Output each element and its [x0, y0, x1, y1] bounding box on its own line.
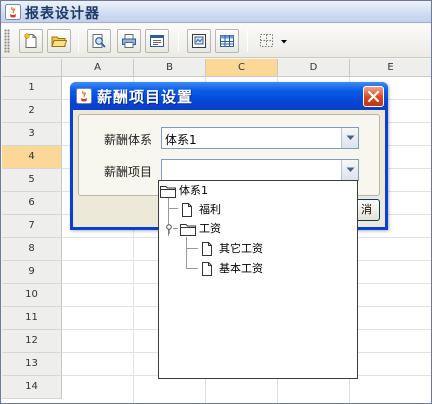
java-cup-icon	[76, 88, 92, 104]
tree-node-label: 工资	[199, 222, 221, 235]
tree-line	[173, 228, 178, 229]
file-icon	[202, 242, 212, 256]
chevron-down-icon	[281, 40, 287, 44]
preview-button[interactable]	[87, 29, 111, 53]
tree-line	[186, 248, 198, 249]
dialog-title-bar[interactable]: 薪酬项目设置	[70, 82, 388, 110]
column-header[interactable]: A	[62, 59, 134, 77]
row-header[interactable]: 8	[2, 238, 62, 261]
row-header[interactable]: 14	[2, 376, 62, 399]
salary-system-dropdown-button[interactable]	[341, 128, 358, 148]
toolbar-separator	[78, 30, 79, 52]
column-header[interactable]: D	[278, 59, 350, 77]
table-icon	[220, 35, 234, 47]
column-header[interactable]: B	[134, 59, 206, 77]
new-document-icon	[24, 33, 37, 48]
tree-node-other-wages[interactable]: 其它工资	[199, 240, 309, 258]
tree-line	[186, 237, 187, 268]
row-header[interactable]: 12	[2, 330, 62, 353]
salary-item-select[interactable]	[161, 159, 359, 181]
row-header[interactable]: 2	[2, 100, 62, 123]
open-folder-icon	[51, 36, 67, 47]
java-cup-icon	[5, 4, 21, 20]
toolbar-separator	[247, 30, 248, 52]
row-header[interactable]: 3	[2, 123, 62, 146]
table-button[interactable]	[215, 29, 239, 53]
salary-system-select[interactable]: 体系1	[161, 127, 359, 149]
row-header[interactable]: 1	[2, 77, 62, 100]
tree-node-label: 福利	[199, 203, 221, 216]
preview-icon	[92, 34, 106, 48]
salary-system-label: 薪酬体系	[104, 133, 153, 147]
salary-item-label: 薪酬项目	[104, 165, 153, 179]
tree-node-root[interactable]: 体系1	[159, 182, 259, 200]
chevron-down-icon	[346, 167, 355, 172]
grid-corner[interactable]	[2, 59, 62, 77]
salary-item-dropdown-button[interactable]	[341, 160, 358, 180]
close-button[interactable]	[363, 86, 384, 107]
page-setup-button[interactable]	[187, 29, 211, 53]
title-bar: 报表设计器	[1, 1, 431, 23]
toolbar-separator	[178, 30, 179, 52]
tree-node-label: 其它工资	[219, 242, 263, 255]
expand-handle-icon[interactable]	[165, 224, 173, 234]
row-header[interactable]: 5	[2, 169, 62, 192]
tree-line	[186, 268, 198, 269]
printer-icon	[122, 34, 136, 48]
row-header[interactable]: 11	[2, 307, 62, 330]
column-header-selected[interactable]: C	[206, 59, 278, 77]
cancel-button-label: 消	[361, 203, 372, 216]
close-icon	[367, 90, 380, 103]
folder-icon	[160, 186, 176, 198]
row-header[interactable]: 6	[2, 192, 62, 215]
row-header-selected[interactable]: 4	[2, 146, 62, 169]
border-icon	[260, 34, 273, 47]
salary-item-tree-popup[interactable]: 体系1 福利 工资 其它工资 基本工资	[158, 180, 358, 379]
chevron-down-icon	[346, 135, 355, 140]
salary-system-value: 体系1	[165, 133, 197, 147]
report-properties-icon	[150, 35, 164, 47]
tree-node-basic-wages[interactable]: 基本工资	[199, 260, 309, 278]
page-setup-icon	[192, 34, 206, 48]
tree-line	[168, 208, 178, 209]
new-report-button[interactable]	[19, 29, 43, 53]
print-button[interactable]	[117, 29, 141, 53]
file-icon	[202, 262, 212, 276]
row-header[interactable]: 10	[2, 284, 62, 307]
toolbar-grip[interactable]	[4, 29, 10, 53]
dialog-title: 薪酬项目设置	[97, 88, 194, 106]
toolbar	[1, 24, 431, 58]
row-header[interactable]: 9	[2, 261, 62, 284]
tree-node-wages[interactable]: 工资	[179, 220, 279, 238]
properties-button[interactable]	[145, 29, 169, 53]
open-button[interactable]	[47, 29, 71, 53]
window-title: 报表设计器	[25, 6, 100, 22]
file-icon	[182, 203, 192, 217]
tree-node-label: 体系1	[179, 184, 208, 197]
column-header[interactable]: E	[350, 59, 431, 77]
border-dropdown-button[interactable]	[257, 29, 291, 53]
row-header[interactable]: 7	[2, 215, 62, 238]
tree-node-welfare[interactable]: 福利	[179, 201, 279, 219]
tree-node-label: 基本工资	[219, 262, 263, 275]
row-header[interactable]: 13	[2, 353, 62, 376]
folder-open-icon	[180, 224, 196, 236]
